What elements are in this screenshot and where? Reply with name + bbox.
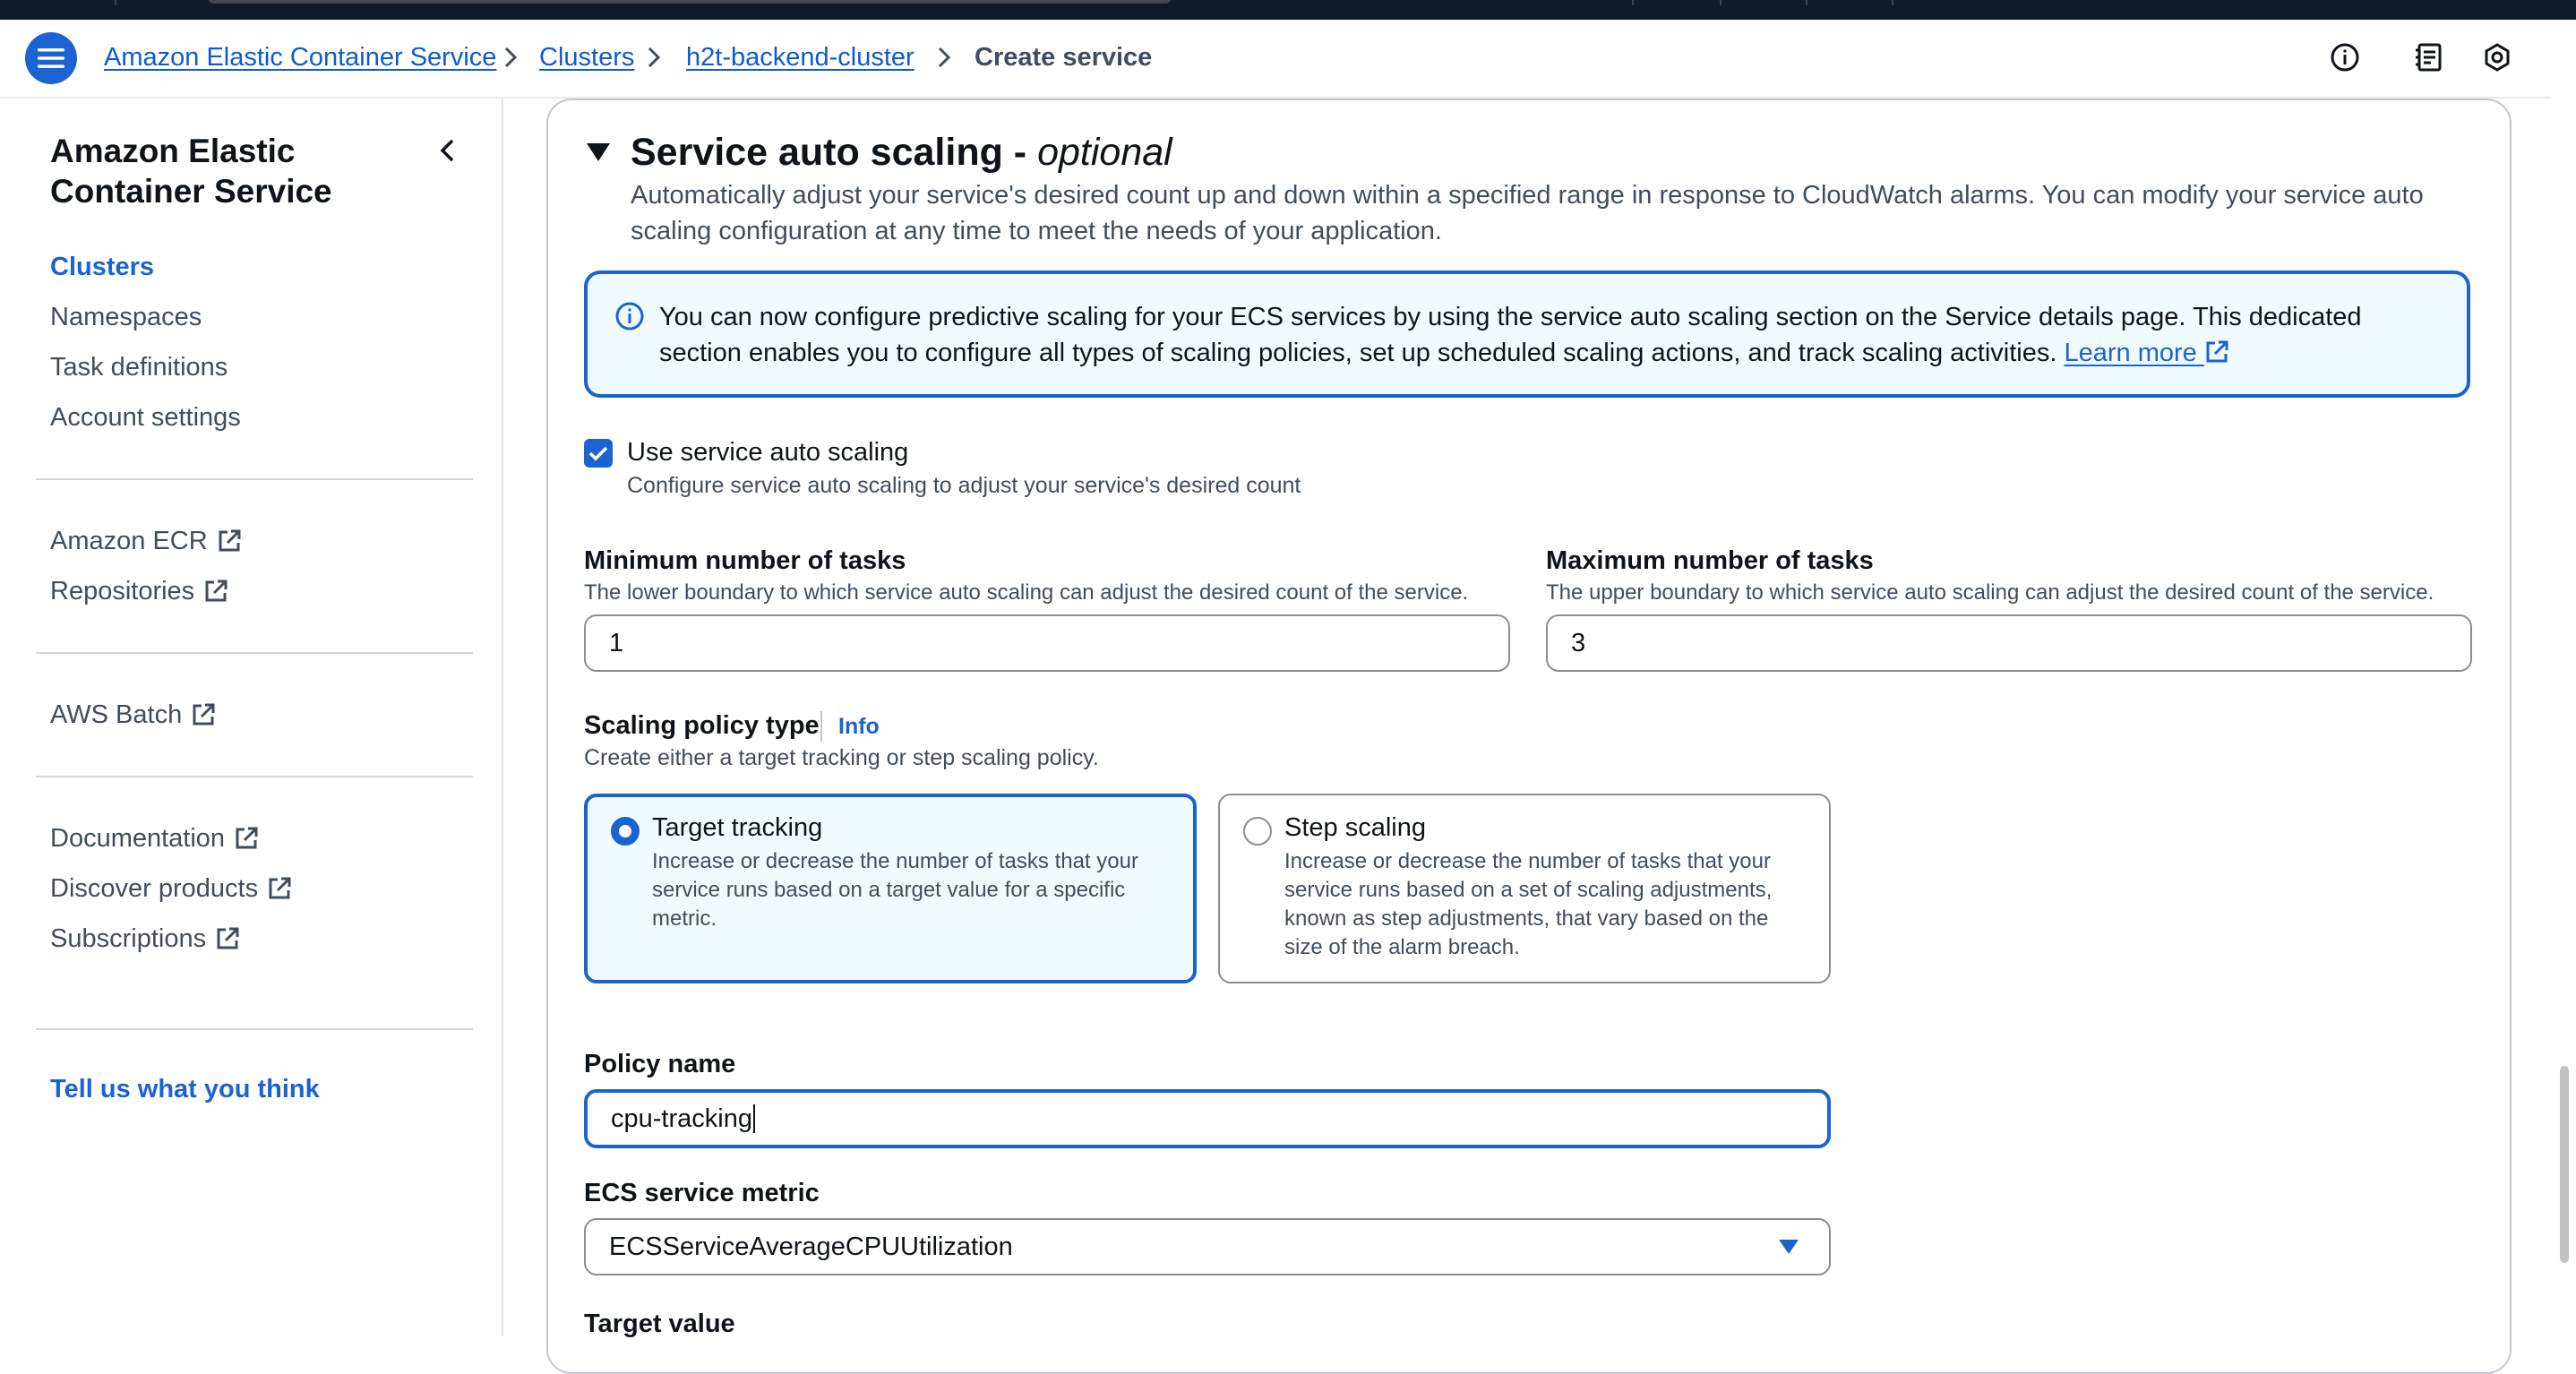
menu-button[interactable] — [25, 32, 77, 84]
min-tasks-input[interactable]: 1 — [584, 614, 1510, 672]
step-scaling-label: Step scaling — [1284, 813, 1426, 842]
sidebar-item-namespaces[interactable]: Namespaces — [50, 301, 202, 333]
breadcrumb-clusters[interactable]: Clusters — [539, 41, 634, 73]
nav-title: Amazon Elastic Container Service — [50, 133, 332, 210]
auto-scaling-checkbox-description: Configure service auto scaling to adjust… — [627, 473, 1301, 498]
max-tasks-label: Maximum number of tasks — [1546, 546, 1874, 575]
expand-triangle-icon[interactable] — [586, 142, 611, 163]
auto-scaling-checkbox-label[interactable]: Use service auto scaling — [627, 435, 908, 469]
policy-name-input[interactable]: cpu-tracking — [584, 1089, 1831, 1148]
sidebar-item-label: Namespaces — [50, 303, 202, 331]
chevron-right-icon — [504, 47, 518, 68]
breadcrumb-ecs[interactable]: Amazon Elastic Container Service — [104, 41, 496, 73]
sidebar-item-clusters[interactable]: Clusters — [50, 251, 154, 283]
learn-more-label: Learn more — [2064, 339, 2197, 367]
external-link-icon — [236, 827, 258, 849]
sidebar-item-label: Documentation — [50, 824, 226, 853]
sidebar-item-amazon-ecr[interactable]: Amazon ECR — [50, 525, 242, 557]
sidebar-item-documentation[interactable]: Documentation — [50, 822, 259, 854]
sidebar-item-label: Discover products — [50, 874, 259, 903]
toolbar-separator — [1892, 0, 1893, 5]
ecs-metric-select[interactable]: ECSServiceAverageCPUUtilization — [584, 1218, 1831, 1275]
min-tasks-description: The lower boundary to which service auto… — [584, 580, 1469, 605]
toolbar-separator — [1806, 0, 1807, 5]
external-link-icon — [269, 877, 291, 899]
scaling-policy-label: Scaling policy type — [584, 711, 820, 740]
alert-text: You can now configure predictive scaling… — [659, 299, 2442, 371]
auto-scaling-checkbox[interactable] — [584, 439, 613, 468]
chevron-right-icon — [648, 47, 661, 68]
address-bar-edge — [208, 0, 1172, 4]
max-tasks-input[interactable]: 3 — [1546, 614, 2472, 672]
step-scaling-tile[interactable]: Step scaling Increase or decrease the nu… — [1218, 794, 1831, 983]
scrollbar-thumb[interactable] — [2560, 1066, 2569, 1263]
checkmark-icon — [588, 446, 608, 461]
policy-name-value: cpu-tracking — [611, 1103, 752, 1133]
external-link-icon — [205, 580, 228, 602]
label-separator — [820, 711, 822, 742]
max-tasks-description: The upper boundary to which service auto… — [1546, 580, 2434, 605]
policy-name-label: Policy name — [584, 1050, 736, 1078]
collapse-nav-button[interactable] — [430, 133, 466, 168]
min-tasks-value: 1 — [609, 628, 624, 657]
learn-more-link[interactable]: Learn more — [2064, 339, 2228, 367]
sidebar-item-label: AWS Batch — [50, 700, 183, 729]
feedback-link[interactable]: Tell us what you think — [50, 1073, 320, 1105]
toolbar-separator — [1632, 0, 1634, 5]
browser-top-strip — [0, 0, 2576, 20]
sidebar-item-subscriptions[interactable]: Subscriptions — [50, 923, 240, 955]
step-scaling-radio[interactable] — [1243, 817, 1272, 846]
nav-divider — [36, 776, 473, 777]
max-tasks-value: 3 — [1571, 628, 1586, 657]
section-title-text: Service auto scaling - — [631, 131, 1027, 174]
external-link-icon — [219, 529, 241, 552]
sidebar-item-label: Amazon ECR — [50, 527, 208, 555]
target-value-label: Target value — [584, 1310, 735, 1338]
info-circle-icon — [615, 302, 644, 331]
external-link-icon — [2206, 340, 2228, 363]
target-tracking-label: Target tracking — [652, 813, 823, 842]
external-link-icon — [217, 927, 239, 949]
section-title-optional: optional — [1037, 131, 1172, 174]
breadcrumb-current: Create service — [975, 43, 1153, 72]
caret-down-icon — [1779, 1240, 1799, 1254]
toolbar-separator — [1720, 0, 1722, 5]
sidebar-item-label: Repositories — [50, 577, 195, 605]
sidebar-item-label: Task definitions — [50, 353, 228, 382]
text-caret — [752, 1104, 755, 1133]
chevron-right-icon — [938, 47, 951, 68]
sidebar-item-account-settings[interactable]: Account settings — [50, 401, 241, 434]
ecs-metric-label: ECS service metric — [584, 1179, 820, 1207]
sidebar-item-label: Clusters — [50, 253, 155, 281]
sidebar-item-task-definitions[interactable]: Task definitions — [50, 351, 228, 383]
nav-divider — [36, 1028, 473, 1030]
step-scaling-description: Increase or decrease the number of tasks… — [1284, 849, 1773, 959]
sidebar-item-label: Subscriptions — [50, 924, 207, 953]
sidebar-item-discover-products[interactable]: Discover products — [50, 872, 292, 905]
breadcrumb-cluster[interactable]: h2t-backend-cluster — [686, 41, 914, 73]
notes-icon[interactable] — [2411, 39, 2447, 75]
sidebar-item-repositories[interactable]: Repositories — [50, 575, 228, 607]
info-icon[interactable] — [2327, 39, 2363, 75]
nav-divider — [36, 652, 473, 654]
section-description: Automatically adjust your service's desi… — [631, 181, 2424, 245]
section-title[interactable]: Service auto scaling - optional — [631, 127, 1172, 177]
chevron-left-icon — [440, 139, 454, 162]
scaling-policy-description: Create either a target tracking or step … — [584, 745, 1099, 770]
nav-divider — [36, 478, 473, 480]
target-tracking-description: Increase or decrease the number of tasks… — [652, 849, 1138, 931]
settings-hex-icon[interactable] — [2479, 39, 2515, 75]
hamburger-icon — [38, 48, 64, 68]
sidebar-item-aws-batch[interactable]: AWS Batch — [50, 699, 216, 731]
scaling-policy-info-link[interactable]: Info — [838, 713, 880, 740]
ecs-metric-value: ECSServiceAverageCPUUtilization — [609, 1232, 1013, 1261]
sidebar-item-label: Account settings — [50, 403, 241, 432]
target-tracking-tile[interactable]: Target tracking Increase or decrease the… — [584, 794, 1197, 983]
min-tasks-label: Minimum number of tasks — [584, 546, 906, 575]
external-link-icon — [193, 703, 215, 726]
target-tracking-radio[interactable] — [611, 817, 640, 846]
toolbar-separator — [115, 0, 116, 5]
